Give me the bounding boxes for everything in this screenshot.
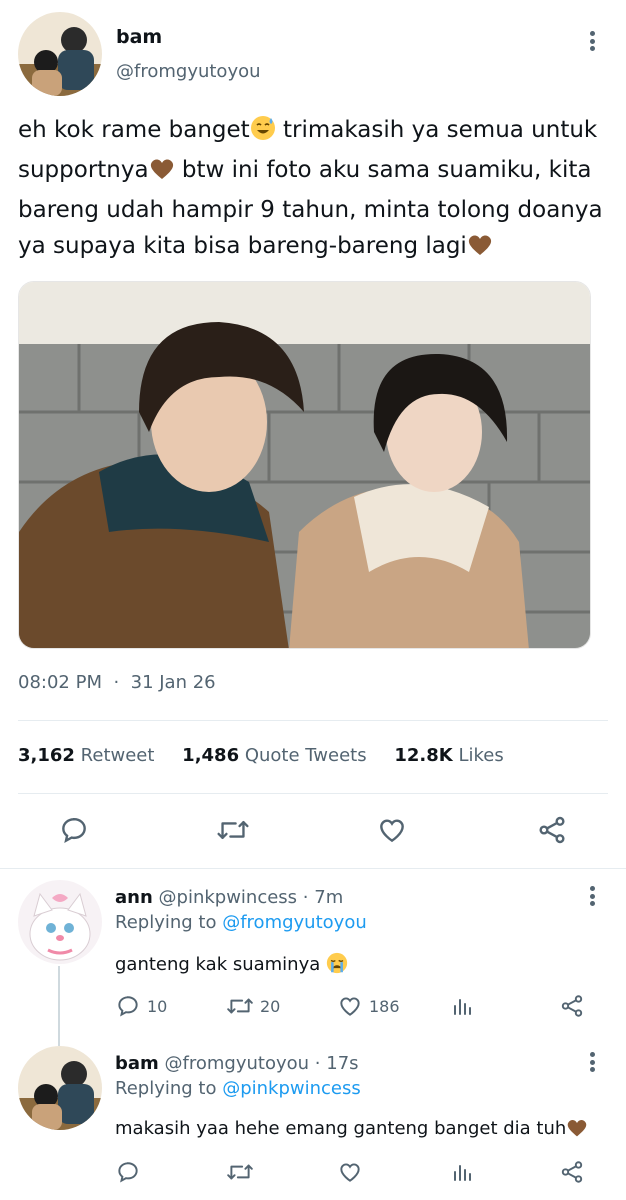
analytics-button[interactable] <box>450 993 474 1019</box>
replying-label: Replying to <box>115 1078 217 1099</box>
retweet-button[interactable] <box>216 814 250 846</box>
reply-icon <box>118 1162 138 1183</box>
more-icon[interactable] <box>582 1049 602 1075</box>
more-icon[interactable] <box>582 28 602 54</box>
retweets-label: Retweet <box>80 745 155 766</box>
tweet-timestamp[interactable]: 08:02 PM · 31 Jan 26 <box>18 672 216 693</box>
share-button[interactable] <box>536 814 568 846</box>
brown-heart-emoji-icon <box>149 156 175 192</box>
reply-sep: · <box>302 887 309 908</box>
reply-text: makasih yaa hehe emang ganteng banget di… <box>115 1118 588 1143</box>
heart-icon <box>380 819 404 843</box>
share-icon <box>561 1161 583 1183</box>
analytics-button[interactable] <box>450 1159 474 1185</box>
author-handle[interactable]: @fromgyutoyou <box>116 61 261 82</box>
reply-button[interactable] <box>115 1159 141 1185</box>
reply-author-name[interactable]: bam <box>115 1053 159 1074</box>
author-name[interactable]: bam <box>116 26 162 48</box>
tweet-stats: 3,162 Retweet 1,486 Quote Tweets 12.8K L… <box>18 745 526 766</box>
like-button[interactable] <box>337 1159 363 1185</box>
retweets-stat[interactable]: 3,162 Retweet <box>18 745 154 766</box>
reply-header: bam @fromgyutoyou · 17s <box>115 1053 359 1074</box>
reply-icon <box>118 996 138 1017</box>
likes-count: 12.8K <box>394 745 453 766</box>
replying-to-link[interactable]: @pinkpwincess <box>222 1078 361 1099</box>
reply-text: ganteng kak suaminya <box>115 952 348 979</box>
divider <box>0 868 626 869</box>
reply-text-content: makasih yaa hehe emang ganteng banget di… <box>115 1118 567 1139</box>
more-icon[interactable] <box>582 883 602 909</box>
heart-icon <box>340 997 360 1016</box>
quotes-count: 1,486 <box>182 745 240 766</box>
analytics-icon <box>454 1165 471 1181</box>
retweet-icon <box>217 820 249 840</box>
tweet-photo[interactable] <box>18 281 591 649</box>
share-icon <box>539 816 565 844</box>
brown-heart-emoji-icon <box>467 232 493 268</box>
tweet-text: eh kok rame banget trimakasih ya semua u… <box>18 112 608 268</box>
retweet-icon <box>227 998 253 1014</box>
share-button[interactable] <box>559 1159 585 1185</box>
meta-dot: · <box>113 672 120 693</box>
like-button[interactable] <box>376 814 408 846</box>
retweet-button[interactable] <box>226 1159 254 1185</box>
retweet-count: 20 <box>260 996 281 1016</box>
quote-tweets-stat[interactable]: 1,486 Quote Tweets <box>182 745 366 766</box>
reply-button[interactable]: 10 <box>115 993 167 1019</box>
reply-button[interactable] <box>58 814 90 846</box>
like-button[interactable]: 186 <box>337 993 400 1019</box>
divider <box>18 793 608 794</box>
replying-label: Replying to <box>115 912 217 933</box>
tweet-text-part-1: eh kok rame banget <box>18 117 250 143</box>
replying-to: Replying to @pinkpwincess <box>115 1078 361 1099</box>
thread-line <box>58 966 60 1046</box>
divider <box>18 720 608 721</box>
tweet-date: 31 Jan 26 <box>130 672 216 693</box>
reply-author-name[interactable]: ann <box>115 887 153 908</box>
reply-author-handle[interactable]: @pinkpwincess <box>159 887 298 908</box>
reply-author-handle[interactable]: @fromgyutoyou <box>165 1053 310 1074</box>
share-button[interactable] <box>559 993 585 1019</box>
reply-sep: · <box>314 1053 321 1074</box>
likes-label: Likes <box>458 745 504 766</box>
quotes-label: Quote Tweets <box>244 745 367 766</box>
brown-heart-emoji-icon <box>566 1118 588 1143</box>
replying-to: Replying to @fromgyutoyou <box>115 912 367 933</box>
sweat-smile-emoji-icon <box>250 115 276 152</box>
retweets-count: 3,162 <box>18 745 75 766</box>
heart-icon <box>340 1163 360 1182</box>
reply-time[interactable]: 7m <box>314 887 343 908</box>
analytics-icon <box>454 999 471 1015</box>
likes-stat[interactable]: 12.8K Likes <box>394 745 503 766</box>
tweet-time: 08:02 PM <box>18 672 102 693</box>
replying-to-link[interactable]: @fromgyutoyou <box>222 912 367 933</box>
retweet-icon <box>227 1164 253 1180</box>
reply-count: 10 <box>147 996 168 1016</box>
reply-avatar[interactable] <box>18 880 102 964</box>
reply-text-content: ganteng kak suaminya <box>115 954 321 975</box>
share-icon <box>561 995 583 1017</box>
like-count: 186 <box>369 996 400 1016</box>
author-avatar[interactable] <box>18 12 102 96</box>
reply-icon <box>62 817 86 843</box>
reply-time[interactable]: 17s <box>326 1053 358 1074</box>
reply-avatar[interactable] <box>18 1046 102 1130</box>
retweet-button[interactable]: 20 <box>226 993 280 1019</box>
crying-face-emoji-icon <box>326 952 348 979</box>
reply-header: ann @pinkpwincess · 7m <box>115 887 343 908</box>
